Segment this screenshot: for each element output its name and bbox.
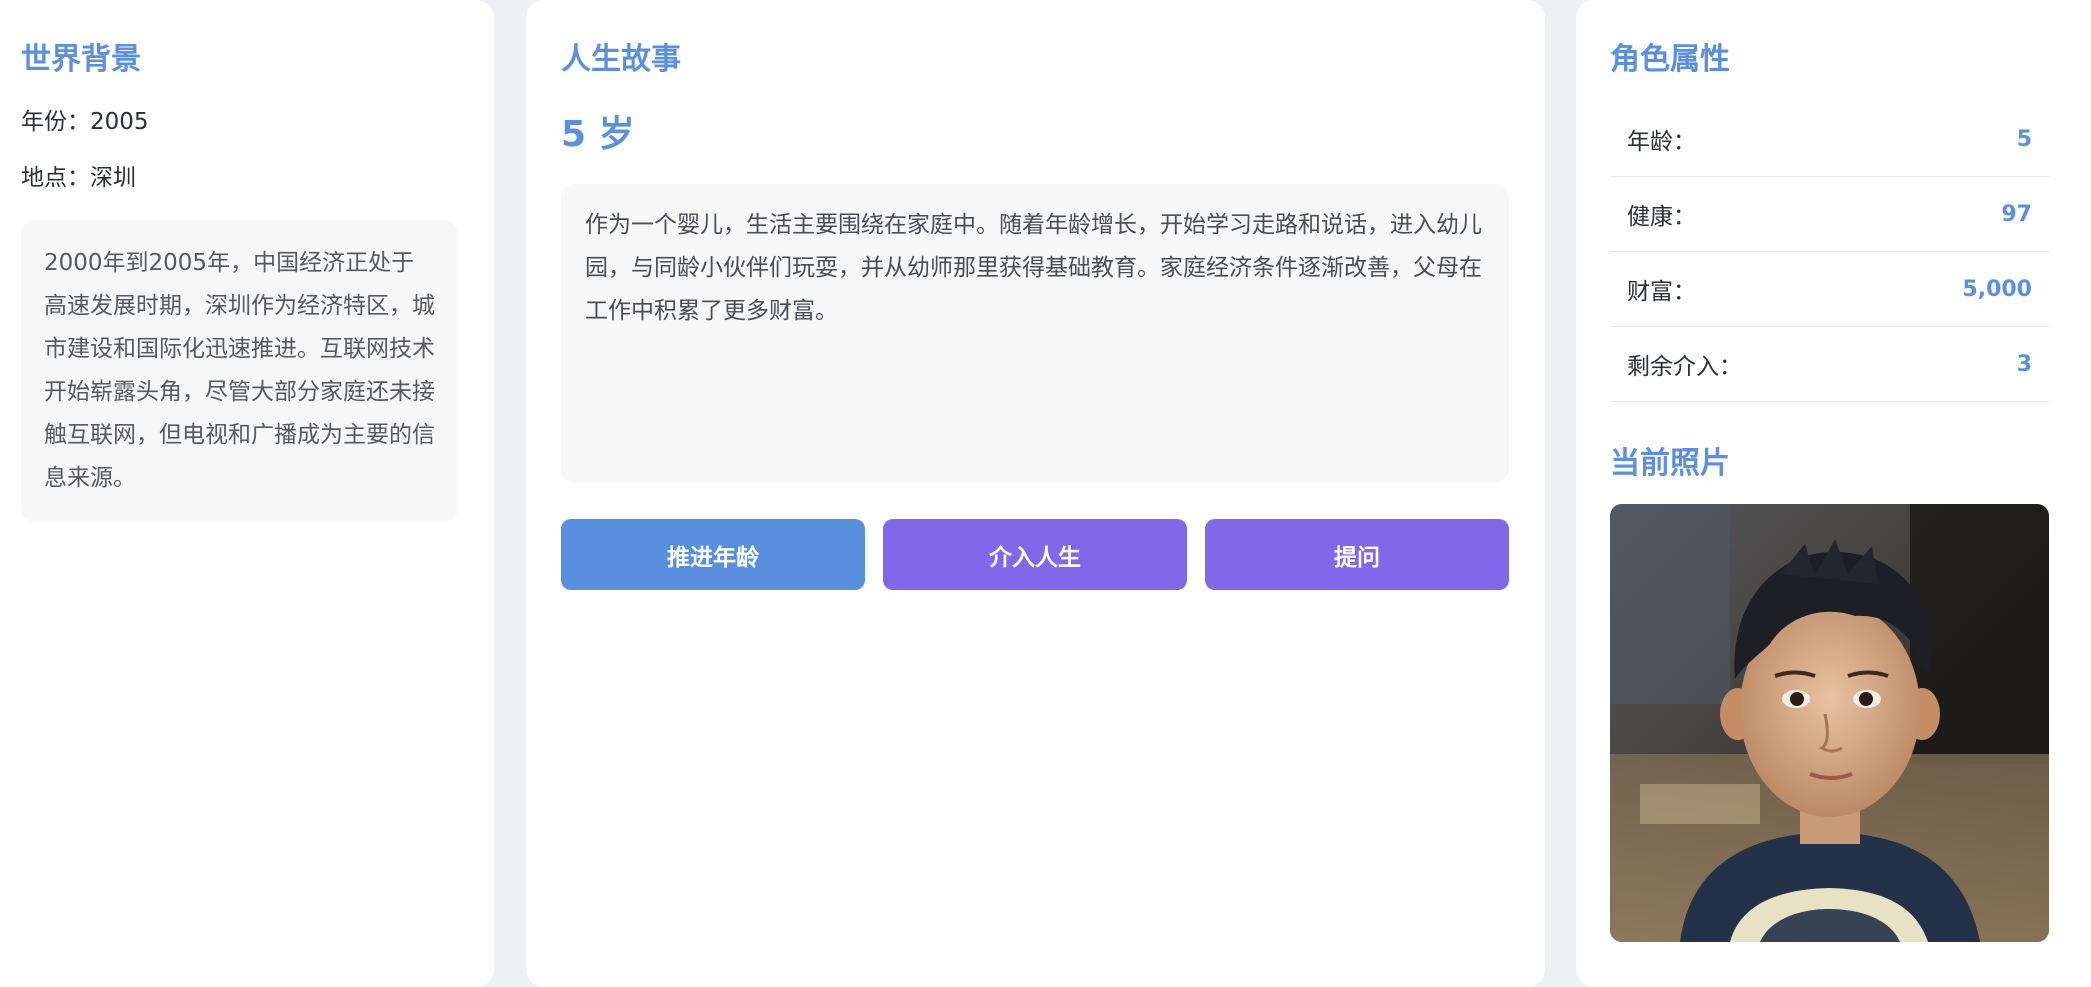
attribute-value: 5 (2016, 126, 2032, 152)
year-info: 年份：2005 (21, 106, 473, 138)
year-value: 2005 (90, 109, 149, 135)
attribute-label: 剩余介入： (1627, 354, 1742, 380)
world-description: 2000年到2005年，中国经济正处于高速发展时期，深圳作为经济特区，城市建设和… (21, 220, 458, 522)
place-value: 深圳 (90, 165, 136, 191)
attribute-row-health: 健康： 97 (1610, 177, 2049, 252)
current-photo (1610, 504, 2049, 942)
ask-question-button[interactable]: 提问 (1205, 519, 1509, 590)
attribute-label: 健康： (1627, 204, 1696, 230)
advance-age-button[interactable]: 推进年龄 (561, 519, 865, 590)
attribute-row-age: 年龄： 5 (1610, 102, 2049, 177)
attribute-row-wealth: 财富： 5,000 (1610, 252, 2049, 327)
story-panel: 人生故事 5 岁 作为一个婴儿，生活主要围绕在家庭中。随着年龄增长，开始学习走路… (526, 0, 1545, 987)
action-buttons: 推进年龄 介入人生 提问 (561, 519, 1509, 590)
year-label: 年份： (21, 109, 90, 135)
attribute-row-interventions: 剩余介入： 3 (1610, 327, 2049, 402)
age-heading: 5 岁 (561, 114, 635, 155)
world-panel: 世界背景 年份：2005 地点：深圳 2000年到2005年，中国经济正处于高速… (0, 0, 494, 987)
attribute-label: 财富： (1627, 279, 1696, 305)
story-title: 人生故事 (561, 42, 681, 77)
attribute-value: 3 (2016, 351, 2032, 377)
world-title: 世界背景 (21, 42, 141, 77)
attribute-value: 97 (2001, 201, 2032, 227)
attribute-list: 年龄： 5 健康： 97 财富： 5,000 剩余介入： 3 (1610, 102, 2049, 402)
place-label: 地点： (21, 165, 90, 191)
story-text: 作为一个婴儿，生活主要围绕在家庭中。随着年龄增长，开始学习走路和说话，进入幼儿园… (561, 184, 1509, 483)
photo-title: 当前照片 (1610, 446, 1730, 481)
attributes-panel: 角色属性 年龄： 5 健康： 97 财富： 5,000 剩余介入： 3 当前照片 (1576, 0, 2091, 987)
intervene-life-button[interactable]: 介入人生 (883, 519, 1187, 590)
attribute-value: 5,000 (1962, 276, 2032, 302)
attribute-label: 年龄： (1627, 129, 1696, 155)
place-info: 地点：深圳 (21, 162, 473, 194)
attributes-title: 角色属性 (1610, 42, 1730, 77)
child-portrait-icon (1610, 504, 2049, 942)
